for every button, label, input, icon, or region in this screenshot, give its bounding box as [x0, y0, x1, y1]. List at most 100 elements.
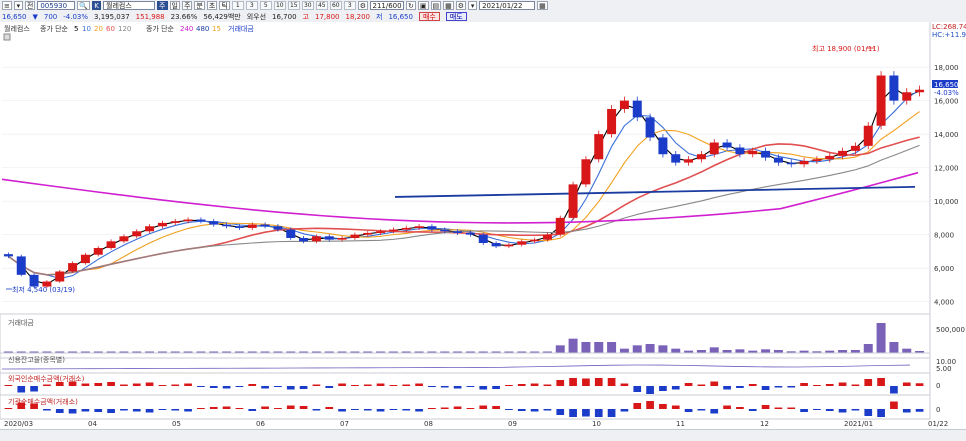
candle-body: [542, 234, 552, 240]
price-tick-label: 14,000: [934, 131, 959, 139]
period-30[interactable]: 30: [301, 1, 314, 10]
stock-chart[interactable]: 월레컴스 종가 단순 5 10 20 60 120 종가 단순 240 480 …: [0, 22, 966, 429]
volume-bar: [889, 342, 899, 353]
flow-bar: [197, 408, 205, 409]
tab-minute[interactable]: 분: [194, 1, 205, 10]
tab-tick[interactable]: 틱: [219, 1, 230, 10]
flow-bar: [107, 409, 115, 413]
candle-body: [594, 134, 604, 160]
stock-code-input[interactable]: 005930: [37, 1, 76, 10]
flow-bar: [890, 401, 898, 409]
candle-body: [915, 89, 925, 93]
buy-button[interactable]: 매수: [418, 12, 440, 21]
flow-bar: [171, 409, 180, 411]
data-count-field[interactable]: 211/600: [370, 1, 405, 10]
high-price: 17,800: [314, 12, 340, 21]
legend-ma-240: 240: [180, 25, 193, 33]
settings-icon[interactable]: ⚙: [357, 1, 369, 10]
flow-bar: [30, 386, 38, 392]
candle-body: [376, 231, 386, 233]
period-15[interactable]: 15: [287, 1, 300, 10]
flow-bar: [402, 409, 411, 411]
tool-icon[interactable]: ▤: [430, 1, 442, 10]
flow-bar: [556, 380, 565, 386]
flow-bar: [415, 383, 423, 386]
dropdown-icon[interactable]: ▾: [13, 1, 23, 10]
date-tick-label: 2020/03: [4, 420, 33, 428]
refresh-icon[interactable]: ↻: [406, 1, 416, 10]
options-icon[interactable]: ⚙: [455, 1, 467, 10]
flow-bar: [825, 384, 834, 386]
current-price-pct: -4.03%: [934, 89, 959, 97]
period-10[interactable]: 10: [273, 1, 286, 10]
flow-bar: [492, 386, 500, 389]
volume-bar: [863, 344, 873, 353]
scrollbar[interactable]: [0, 429, 966, 441]
sell-button[interactable]: 매도: [445, 12, 467, 21]
period-45[interactable]: 45: [315, 1, 328, 10]
flow-bar: [402, 384, 411, 386]
candle-body: [196, 219, 206, 222]
amount-value: 151,988: [135, 12, 165, 21]
period-3b[interactable]: 3: [343, 1, 356, 10]
volume-bar: [876, 323, 886, 353]
flow-bar: [43, 384, 51, 386]
candle-body: [311, 236, 321, 242]
period-60[interactable]: 60: [329, 1, 342, 10]
flow-bar: [569, 378, 577, 386]
tab-day[interactable]: 주: [157, 1, 168, 10]
lock-icon[interactable]: ▣: [417, 1, 429, 10]
candle-body: [119, 236, 129, 242]
flow-bar: [582, 378, 590, 386]
flow-bar: [748, 409, 757, 411]
flow-bar: [68, 381, 77, 386]
candle-body: [55, 271, 65, 282]
period-1[interactable]: 1: [231, 1, 244, 10]
date-input[interactable]: 2021/01/22: [479, 1, 536, 10]
calendar-icon[interactable]: ▦: [537, 1, 548, 10]
flow-bar: [363, 384, 372, 386]
search-icon[interactable]: 🔍: [77, 1, 91, 10]
flow-bar: [659, 404, 667, 409]
flow-bar: [582, 409, 590, 417]
flow-bar: [428, 386, 436, 387]
tab-day2[interactable]: 일: [169, 1, 180, 10]
flow-bar: [659, 386, 667, 391]
flow-bar: [607, 409, 616, 417]
menu-icon[interactable]: ≡: [2, 1, 12, 10]
candle-body: [478, 234, 488, 243]
flow-bar: [222, 386, 231, 389]
volume-bar: [709, 347, 719, 353]
flow-bar: [248, 409, 257, 411]
flow-bar: [646, 401, 654, 409]
tab-week[interactable]: 주: [181, 1, 193, 10]
flow-bar: [235, 408, 244, 409]
flow-bar: [825, 409, 834, 411]
price-change: 700: [43, 12, 58, 21]
toggle-icon[interactable]: [3, 33, 11, 41]
volume-bar: [568, 338, 578, 353]
flow-bar: [274, 386, 282, 387]
flow-bar: [81, 409, 90, 412]
flow-bar: [774, 407, 783, 409]
grid-icon[interactable]: ▦: [443, 1, 454, 10]
candle-body: [812, 159, 822, 161]
flow-bar: [736, 386, 744, 388]
current-price: 16,650: [2, 12, 27, 21]
period-3[interactable]: 3: [245, 1, 258, 10]
volume-panel-tick: 500,000: [936, 326, 965, 334]
candle-body: [260, 224, 270, 227]
flow-bar: [684, 409, 693, 412]
search-mode-button[interactable]: 전: [24, 1, 36, 10]
flow-bar: [684, 383, 693, 386]
period-5[interactable]: 5: [259, 1, 272, 10]
flow-bar: [915, 383, 924, 386]
candle-body: [157, 222, 167, 227]
tab-second[interactable]: 초: [206, 1, 218, 10]
flow-bar: [877, 409, 885, 417]
flow-bar: [120, 409, 128, 411]
calendar-mode-icon[interactable]: ▾: [468, 1, 478, 10]
down-arrow-icon: ▼: [32, 12, 38, 21]
volume-bar: [555, 345, 565, 353]
flow-bar: [171, 384, 180, 386]
